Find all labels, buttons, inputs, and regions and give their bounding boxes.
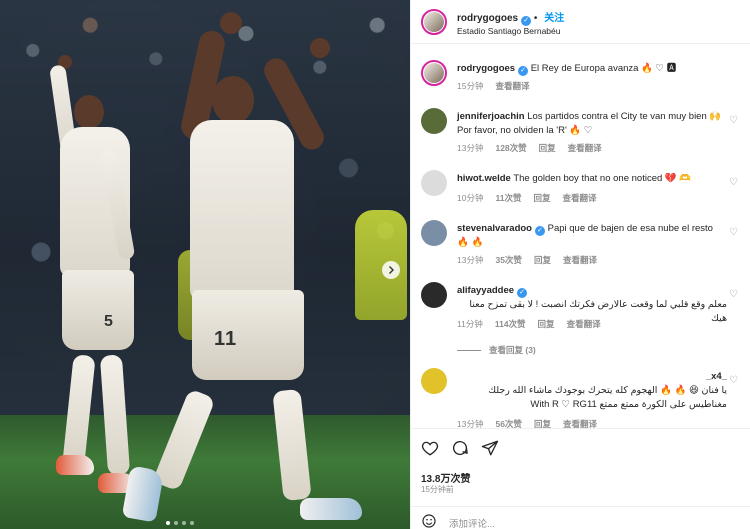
view-replies-label: 查看回复 (3) bbox=[489, 345, 536, 355]
player-head bbox=[74, 95, 104, 129]
separator: • bbox=[533, 13, 538, 24]
heart-icon[interactable]: ♡ bbox=[729, 116, 739, 126]
post-location[interactable]: Estadio Santiago Bernabéu bbox=[457, 26, 561, 36]
commenter-avatar[interactable] bbox=[421, 108, 447, 134]
steward-figure bbox=[355, 210, 407, 320]
instagram-post-view: 5 11 rodrygogoes ✓ • 关注 Estadio Santiago… bbox=[0, 0, 750, 529]
commenter-avatar[interactable] bbox=[421, 368, 447, 394]
raised-fist bbox=[220, 12, 242, 34]
reply-button[interactable]: 回复 bbox=[538, 318, 555, 330]
verified-icon: ✓ bbox=[517, 288, 528, 298]
player-rodrygo-figure: 11 bbox=[121, 10, 362, 529]
commenter-username[interactable]: _x4_ bbox=[706, 371, 727, 382]
commenter-username[interactable]: hiwot.welde bbox=[457, 173, 511, 184]
comment-item: jenniferjoachin Los partidos contra el C… bbox=[411, 108, 750, 156]
comment-text: _x4_ يا فنان 😆 🔥 🔥 الهجوم كله يتحرك بوجو… bbox=[457, 370, 727, 412]
commenter-username[interactable]: jenniferjoachin bbox=[457, 111, 525, 122]
player-head bbox=[212, 76, 254, 124]
comment-meta: 13分钟 128次赞 回复 查看翻译 bbox=[457, 142, 602, 154]
comment-likes[interactable]: 128次赞 bbox=[495, 142, 526, 154]
carousel-dot bbox=[166, 521, 170, 525]
verified-icon: ✓ bbox=[521, 16, 532, 26]
like-button[interactable] bbox=[421, 439, 439, 457]
comment-likes[interactable]: 11次赞 bbox=[495, 192, 521, 204]
commenter-avatar[interactable] bbox=[421, 170, 447, 196]
comment-item: _x4_ يا فنان 😆 🔥 🔥 الهجوم كله يتحرك بوجو… bbox=[411, 368, 750, 429]
verified-icon: ✓ bbox=[518, 66, 529, 76]
comment-item: stevenalvaradoo ✓ Papi que de bajen de es… bbox=[411, 220, 750, 268]
post-header: rodrygogoes ✓ • 关注 Estadio Santiago Berna… bbox=[411, 0, 750, 44]
carousel-dot bbox=[190, 521, 194, 525]
comment-time: 13分钟 bbox=[457, 143, 484, 153]
commenter-username[interactable]: stevenalvaradoo bbox=[457, 223, 532, 234]
chevron-right-icon bbox=[389, 266, 394, 274]
author-username[interactable]: rodrygogoes bbox=[457, 13, 518, 24]
heart-icon[interactable]: ♡ bbox=[729, 228, 739, 238]
comment-body: يا فنان 😆 🔥 🔥 الهجوم كله يتحرك بوجودك ما… bbox=[488, 385, 727, 410]
divider bbox=[457, 349, 481, 351]
comment-text: hiwot.welde The golden boy that no one n… bbox=[457, 172, 727, 186]
author-avatar[interactable] bbox=[421, 9, 447, 35]
translate-button[interactable]: 查看翻译 bbox=[563, 254, 597, 266]
comment-meta: 10分钟 11次赞 回复 查看翻译 bbox=[457, 192, 597, 204]
author-avatar[interactable] bbox=[421, 60, 447, 86]
comment-time: 10分钟 bbox=[457, 193, 484, 203]
caption-text: rodrygogoes ✓ El Rey de Europa avanza 🔥 ♡… bbox=[457, 62, 727, 76]
send-icon bbox=[481, 440, 499, 456]
add-comment-bar: 添加评论... bbox=[411, 506, 750, 529]
heart-icon bbox=[421, 441, 439, 456]
comment-likes[interactable]: 35次赞 bbox=[495, 254, 521, 266]
player-background-figure: 5 bbox=[40, 55, 150, 495]
comment-time: 11分钟 bbox=[457, 319, 483, 329]
comment-item: alifayyaddee ✓ معلم وقع قلبي لما وقعت عال… bbox=[411, 282, 750, 332]
carousel-dot bbox=[174, 521, 178, 525]
comment-icon bbox=[452, 440, 468, 456]
author-username[interactable]: rodrygogoes bbox=[457, 63, 515, 74]
view-replies-button[interactable]: 查看回复 (3) bbox=[457, 344, 536, 356]
comment-body: The golden boy that no one noticed 💔 🫶 bbox=[513, 173, 692, 184]
caption-body: El Rey de Europa avanza 🔥 ♡ 🅰 bbox=[530, 63, 677, 74]
jersey-number: 11 bbox=[214, 328, 238, 350]
comment-text: stevenalvaradoo ✓ Papi que de bajen de es… bbox=[457, 222, 727, 250]
verified-icon: ✓ bbox=[534, 226, 545, 236]
share-button[interactable] bbox=[481, 439, 499, 457]
comment-item: hiwot.welde The golden boy that no one n… bbox=[411, 170, 750, 206]
comment-meta: 11分钟 114次赞 回复 查看翻译 bbox=[457, 318, 601, 330]
raised-fist bbox=[310, 38, 330, 58]
commenter-username[interactable]: alifayyaddee bbox=[457, 285, 514, 296]
commenter-avatar[interactable] bbox=[421, 220, 447, 246]
like-count[interactable]: 13.8万次赞 bbox=[421, 470, 470, 485]
carousel-dot bbox=[182, 521, 186, 525]
translate-button[interactable]: 查看翻译 bbox=[495, 80, 529, 92]
translate-button[interactable]: 查看翻译 bbox=[568, 142, 602, 154]
jersey-number: 5 bbox=[104, 313, 114, 330]
translate-button[interactable]: 查看翻译 bbox=[562, 192, 596, 204]
post-photo[interactable]: 5 11 bbox=[0, 0, 410, 529]
reply-button[interactable]: 回复 bbox=[539, 142, 556, 154]
reply-button[interactable]: 回复 bbox=[534, 254, 551, 266]
heart-icon[interactable]: ♡ bbox=[729, 178, 739, 188]
commenter-avatar[interactable] bbox=[421, 282, 447, 308]
caption-meta: 15分钟 查看翻译 bbox=[457, 80, 529, 92]
add-comment-input[interactable]: 添加评论... bbox=[449, 516, 495, 529]
follow-button[interactable]: 关注 bbox=[544, 13, 564, 24]
comment-time: 13分钟 bbox=[457, 255, 484, 265]
heart-icon[interactable]: ♡ bbox=[729, 376, 739, 386]
emoji-button[interactable] bbox=[421, 513, 437, 529]
caption: rodrygogoes ✓ El Rey de Europa avanza 🔥 ♡… bbox=[411, 60, 750, 94]
comment-likes[interactable]: 114次赞 bbox=[495, 318, 526, 330]
emoji-icon bbox=[422, 514, 436, 528]
comment-text: jenniferjoachin Los partidos contra el C… bbox=[457, 110, 727, 138]
reply-button[interactable]: 回复 bbox=[533, 192, 550, 204]
carousel-next-button[interactable] bbox=[382, 261, 400, 279]
translate-button[interactable]: 查看翻译 bbox=[567, 318, 601, 330]
carousel-dots bbox=[166, 521, 194, 525]
post-side-panel: rodrygogoes ✓ • 关注 Estadio Santiago Berna… bbox=[410, 0, 750, 529]
post-timestamp: 15分钟前 bbox=[421, 485, 454, 494]
heart-icon[interactable]: ♡ bbox=[729, 290, 739, 300]
comment-meta: 13分钟 35次赞 回复 查看翻译 bbox=[457, 254, 597, 266]
caption-time: 15分钟 bbox=[457, 81, 484, 91]
comment-button[interactable] bbox=[451, 439, 469, 457]
post-action-bar bbox=[411, 428, 750, 458]
